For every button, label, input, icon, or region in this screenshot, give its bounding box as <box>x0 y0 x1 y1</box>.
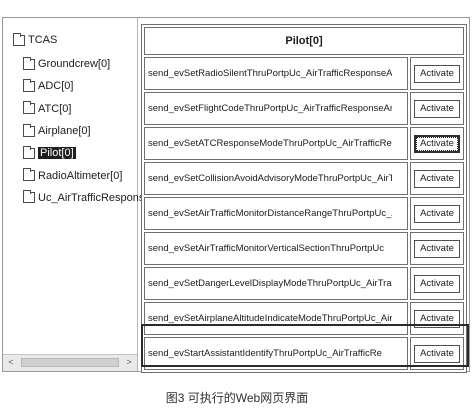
scroll-left-icon[interactable]: < <box>5 357 17 368</box>
method-cell: send_evSetAirTrafficMonitorDistanceRange… <box>144 197 408 230</box>
table-row: send_evSetRadioSilentThruPortpUc_AirTraf… <box>144 57 464 90</box>
action-cell: Activate <box>410 162 464 195</box>
scrollbar-thumb[interactable] <box>21 358 119 367</box>
method-cell: send_evSetATCResponseModeThruPortpUc_Air… <box>144 127 408 160</box>
method-cell: send_evSetCollisionAvoidAdvisoryModeThru… <box>144 162 408 195</box>
method-name: send_evSetAirTrafficMonitorVerticalSecti… <box>148 243 385 254</box>
tree-root-label: TCAS <box>28 34 58 46</box>
tree-item-label: ADC[0] <box>38 80 74 93</box>
action-cell: Activate <box>410 127 464 160</box>
table-row: send_evSetATCResponseModeThruPortpUc_Air… <box>144 127 464 160</box>
method-name: send_evSetAirplaneAltitudeIndicateModeTh… <box>148 313 392 324</box>
activate-button[interactable]: Activate <box>414 274 460 293</box>
method-name: send_evSetDangerLevelDisplayModeThruPort… <box>148 278 392 289</box>
table-header: Pilot[0] <box>144 27 464 55</box>
method-name: send_evSetATCResponseModeThruPortpUc_Air… <box>148 138 392 149</box>
browser-frame: TCAS Groundcrew[0] ADC[0] ATC[0] Airplan… <box>2 17 470 373</box>
method-name: send_evSetCollisionAvoidAdvisoryModeThru… <box>148 173 392 184</box>
tree-item-label: RadioAltimeter[0] <box>38 169 123 182</box>
method-name: send_evStartAssistantIdentifyThruPortpUc… <box>148 348 382 359</box>
tree-item-radioaltimeter[interactable]: RadioAltimeter[0] <box>23 164 158 186</box>
method-name: send_evSetRadioSilentThruPortpUc_AirTraf… <box>148 68 392 79</box>
table-row: send_evSetAirTrafficMonitorVerticalSecti… <box>144 232 464 265</box>
method-cell: send_evSetRadioSilentThruPortpUc_AirTraf… <box>144 57 408 90</box>
action-cell: Activate <box>410 197 464 230</box>
folder-icon <box>23 145 35 159</box>
folder-icon <box>23 56 35 70</box>
tree-item-label: Airplane[0] <box>38 125 91 138</box>
method-name: send_evSetAirTrafficMonitorDistanceRange… <box>148 208 392 219</box>
folder-icon <box>23 78 35 92</box>
activate-button-focused[interactable]: Activate <box>414 134 460 153</box>
activate-button[interactable]: Activate <box>414 344 460 363</box>
tree-item-uc-airtrafficresponse[interactable]: Uc_AirTrafficResponseA <box>23 187 158 209</box>
tree-item-pilot[interactable]: Pilot[0] <box>23 142 158 164</box>
table-row: send_evSetDangerLevelDisplayModeThruPort… <box>144 267 464 300</box>
method-cell: send_evSetDangerLevelDisplayModeThruPort… <box>144 267 408 300</box>
activate-button[interactable]: Activate <box>414 309 460 328</box>
tree-root[interactable]: TCAS <box>13 32 57 48</box>
action-cell: Activate <box>410 302 464 335</box>
method-table-pane: Pilot[0] send_evSetRadioSilentThruPortpU… <box>141 24 469 373</box>
horizontal-scrollbar[interactable]: < > <box>3 354 137 371</box>
tree-item-label-selected: Pilot[0] <box>38 147 76 160</box>
tree-item-label: Uc_AirTrafficResponseA <box>38 191 158 204</box>
method-cell: send_evSetAirTrafficMonitorVerticalSecti… <box>144 232 408 265</box>
activate-button[interactable]: Activate <box>414 239 460 258</box>
folder-icon <box>23 168 35 182</box>
tree-pane: TCAS Groundcrew[0] ADC[0] ATC[0] Airplan… <box>3 18 158 371</box>
folder-icon <box>23 123 35 137</box>
table-row: send_evSetAirplaneAltitudeIndicateModeTh… <box>144 302 464 335</box>
scroll-right-icon[interactable]: > <box>123 357 135 368</box>
tree-item-adc[interactable]: ADC[0] <box>23 75 158 97</box>
folder-icon <box>13 32 25 46</box>
action-cell: Activate <box>410 92 464 125</box>
action-cell: Activate <box>410 337 464 370</box>
tree-item-label: Groundcrew[0] <box>38 58 111 71</box>
pilot-method-table: Pilot[0] send_evSetRadioSilentThruPortpU… <box>141 24 467 373</box>
tree-item-atc[interactable]: ATC[0] <box>23 98 158 120</box>
method-cell: send_evStartAssistantIdentifyThruPortpUc… <box>144 337 408 370</box>
action-cell: Activate <box>410 232 464 265</box>
activate-button[interactable]: Activate <box>414 204 460 223</box>
activate-button[interactable]: Activate <box>414 99 460 118</box>
table-row: send_evSetFlightCodeThruPortpUc_AirTraff… <box>144 92 464 125</box>
method-cell: send_evSetAirplaneAltitudeIndicateModeTh… <box>144 302 408 335</box>
folder-icon <box>23 101 35 115</box>
figure-caption: 图3 可执行的Web网页界面 <box>165 391 309 405</box>
table-row: send_evSetCollisionAvoidAdvisoryModeThru… <box>144 162 464 195</box>
folder-icon <box>23 190 35 204</box>
action-cell: Activate <box>410 267 464 300</box>
tree-item-groundcrew[interactable]: Groundcrew[0] <box>23 53 158 75</box>
method-name: send_evSetFlightCodeThruPortpUc_AirTraff… <box>148 103 392 114</box>
action-cell: Activate <box>410 57 464 90</box>
activate-button[interactable]: Activate <box>414 64 460 83</box>
table-row: send_evStartAssistantIdentifyThruPortpUc… <box>144 337 464 370</box>
tree-item-airplane[interactable]: Airplane[0] <box>23 120 158 142</box>
method-cell: send_evSetFlightCodeThruPortpUc_AirTraff… <box>144 92 408 125</box>
table-row: send_evSetAirTrafficMonitorDistanceRange… <box>144 197 464 230</box>
tree-item-label: ATC[0] <box>38 102 72 115</box>
activate-button[interactable]: Activate <box>414 169 460 188</box>
tree-list: Groundcrew[0] ADC[0] ATC[0] Airplane[0] … <box>23 53 158 209</box>
